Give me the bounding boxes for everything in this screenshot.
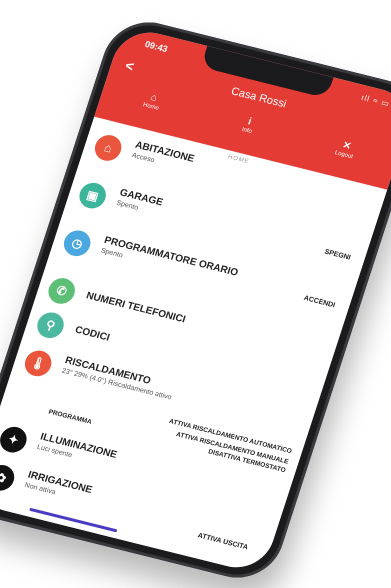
tab-home-label: Home xyxy=(142,102,160,112)
phone-icon: ✆ xyxy=(45,275,79,307)
phone-screen: 09:43 ıll ≈ ▭ < Casa Rossi ⌂ Home i Info… xyxy=(0,25,391,575)
status-icons: ıll ≈ ▭ xyxy=(360,92,391,109)
home-indicator xyxy=(29,507,118,533)
accendi-button[interactable]: ACCENDI xyxy=(303,295,336,309)
clock-icon: ◷ xyxy=(60,227,94,259)
item-name: CODICI xyxy=(73,324,111,344)
tab-info[interactable]: i Info xyxy=(241,115,256,135)
user-icon: ⚲ xyxy=(33,309,68,341)
tab-logout[interactable]: ✕ Logout xyxy=(333,139,357,161)
light-icon: ✦ xyxy=(0,424,30,456)
house-icon: ⌂ xyxy=(91,132,125,164)
tab-logout-label: Logout xyxy=(333,150,354,161)
attiva-uscita-button[interactable]: ATTIVA USCITA xyxy=(197,532,249,551)
thermometer-icon: 🌡 xyxy=(21,347,55,379)
tab-info-label: Info xyxy=(240,126,253,136)
phone-frame: 09:43 ıll ≈ ▭ < Casa Rossi ⌂ Home i Info… xyxy=(0,13,391,587)
info-icon: i xyxy=(246,116,253,128)
status-time: 09:43 xyxy=(143,39,170,55)
spegni-button[interactable]: SPEGNI xyxy=(323,249,351,262)
tab-home[interactable]: ⌂ Home xyxy=(142,91,163,112)
garage-icon: ▣ xyxy=(76,180,110,212)
